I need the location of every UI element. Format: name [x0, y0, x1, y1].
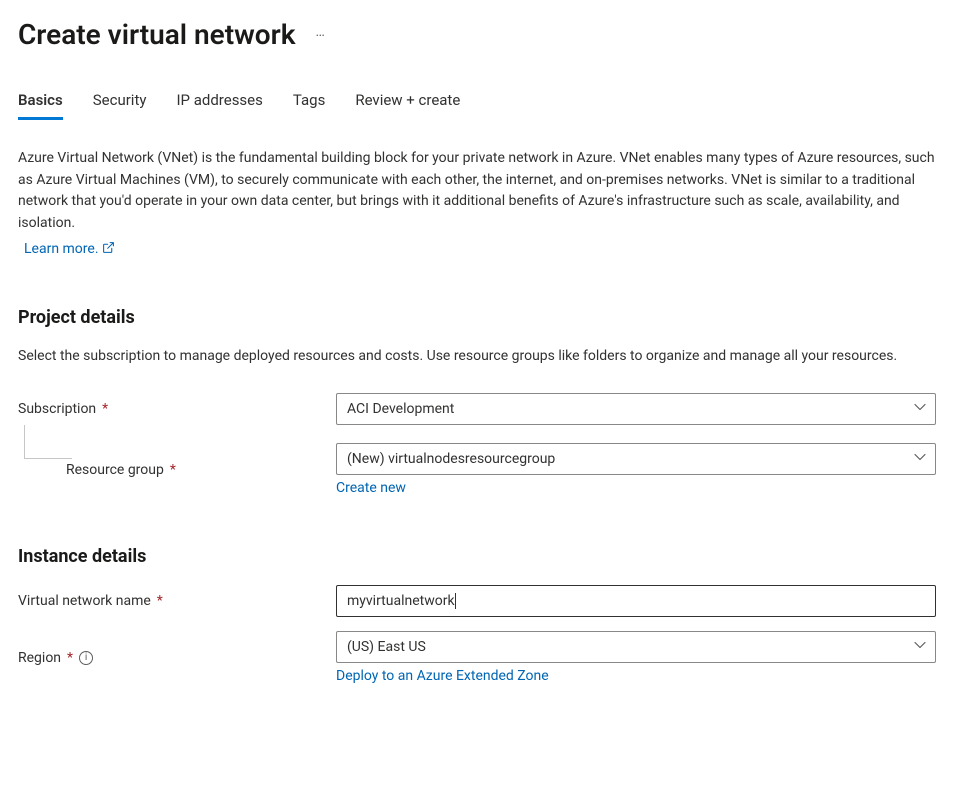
text-cursor — [455, 593, 456, 609]
vnet-name-value: myvirtualnetwork — [347, 593, 455, 609]
required-indicator: * — [157, 593, 163, 609]
create-new-resource-group-link[interactable]: Create new — [336, 480, 406, 496]
vnet-name-input[interactable]: myvirtualnetwork — [336, 585, 936, 617]
resource-group-label: Resource group — [66, 462, 164, 478]
more-actions-icon[interactable]: … — [316, 24, 326, 46]
region-value: (US) East US — [347, 639, 426, 655]
required-indicator: * — [67, 650, 73, 666]
tab-basics[interactable]: Basics — [18, 91, 63, 120]
instance-details-heading: Instance details — [18, 546, 938, 567]
subscription-label: Subscription — [18, 401, 96, 417]
required-indicator: * — [170, 462, 176, 478]
project-details-description: Select the subscription to manage deploy… — [18, 346, 938, 368]
tab-review-create[interactable]: Review + create — [355, 91, 460, 120]
project-details-heading: Project details — [18, 307, 938, 328]
tab-bar: Basics Security IP addresses Tags Review… — [18, 91, 938, 120]
region-label: Region — [18, 650, 61, 666]
vnet-name-label: Virtual network name — [18, 593, 151, 609]
extended-zone-link[interactable]: Deploy to an Azure Extended Zone — [336, 668, 549, 684]
resource-group-value: (New) virtualnodesresourcegroup — [347, 451, 555, 467]
required-indicator: * — [102, 401, 108, 417]
subscription-value: ACI Development — [347, 401, 454, 417]
tab-ip-addresses[interactable]: IP addresses — [176, 91, 262, 120]
intro-description: Azure Virtual Network (VNet) is the fund… — [18, 148, 938, 235]
info-icon[interactable]: i — [79, 651, 93, 665]
learn-more-label: Learn more. — [24, 241, 99, 257]
resource-group-select[interactable]: (New) virtualnodesresourcegroup — [336, 443, 936, 475]
page-title: Create virtual network — [18, 18, 296, 51]
learn-more-link[interactable]: Learn more. — [24, 241, 115, 257]
external-link-icon — [102, 241, 115, 257]
indent-connector — [24, 425, 72, 459]
region-select[interactable]: (US) East US — [336, 631, 936, 663]
subscription-select[interactable]: ACI Development — [336, 393, 936, 425]
tab-tags[interactable]: Tags — [293, 91, 325, 120]
tab-security[interactable]: Security — [93, 91, 147, 120]
